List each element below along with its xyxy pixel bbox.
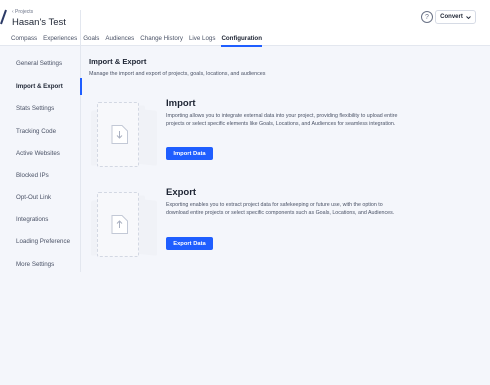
tab-experiences[interactable]: Experiences [43,34,77,46]
logo-icon [0,9,7,25]
sidebar-divider [80,10,81,272]
top-header: ‹ Projects Hasan's Test ? Convert Compas… [0,0,490,47]
project-nav-tabs: Compass Experiences Goals Audiences Chan… [0,34,262,47]
sidebar-item-active-websites[interactable]: Active Websites [16,150,60,157]
sidebar-item-blocked-ips[interactable]: Blocked IPs [16,172,49,179]
sidebar-item-tracking-code[interactable]: Tracking Code [16,128,56,135]
tab-live-logs[interactable]: Live Logs [189,34,216,46]
export-illustration [97,192,139,257]
file-export-icon [111,215,128,234]
sidebar-item-loading-preference[interactable]: Loading Preference [16,238,70,245]
page-description: Manage the import and export of projects… [89,71,266,77]
file-import-icon [111,125,128,144]
tab-configuration[interactable]: Configuration [221,34,262,47]
project-title: Hasan's Test [12,17,66,28]
tab-compass[interactable]: Compass [11,34,37,46]
tab-change-history[interactable]: Change History [140,34,183,46]
convert-dropdown[interactable]: Convert [435,10,476,24]
export-data-button[interactable]: Export Data [166,237,213,250]
chevron-down-icon [466,15,471,19]
import-description: Importing allows you to integrate extern… [166,113,398,127]
export-description: Exporting enables you to extract project… [166,202,395,216]
sidebar-item-import-export[interactable]: Import & Export [16,83,63,90]
import-title: Import [166,98,196,109]
tab-audiences[interactable]: Audiences [105,34,134,46]
sidebar-item-general-settings[interactable]: General Settings [16,60,62,67]
back-to-projects-link[interactable]: ‹ Projects [12,9,66,16]
import-data-button[interactable]: Import Data [166,147,213,160]
export-title: Export [166,187,197,198]
sidebar-item-integrations[interactable]: Integrations [16,216,48,223]
sidebar-active-indicator [80,78,82,95]
sidebar-item-stats-settings[interactable]: Stats Settings [16,105,54,112]
convert-label: Convert [440,14,463,20]
sidebar-item-more-settings[interactable]: More Settings [16,261,54,268]
page-title: Import & Export [89,57,147,66]
import-illustration [97,102,139,167]
help-button[interactable]: ? [421,11,433,23]
sidebar-item-opt-out-link[interactable]: Opt-Out Link [16,194,51,201]
breadcrumb: ‹ Projects Hasan's Test [12,9,66,29]
tab-goals[interactable]: Goals [83,34,99,46]
help-icon: ? [425,13,429,21]
